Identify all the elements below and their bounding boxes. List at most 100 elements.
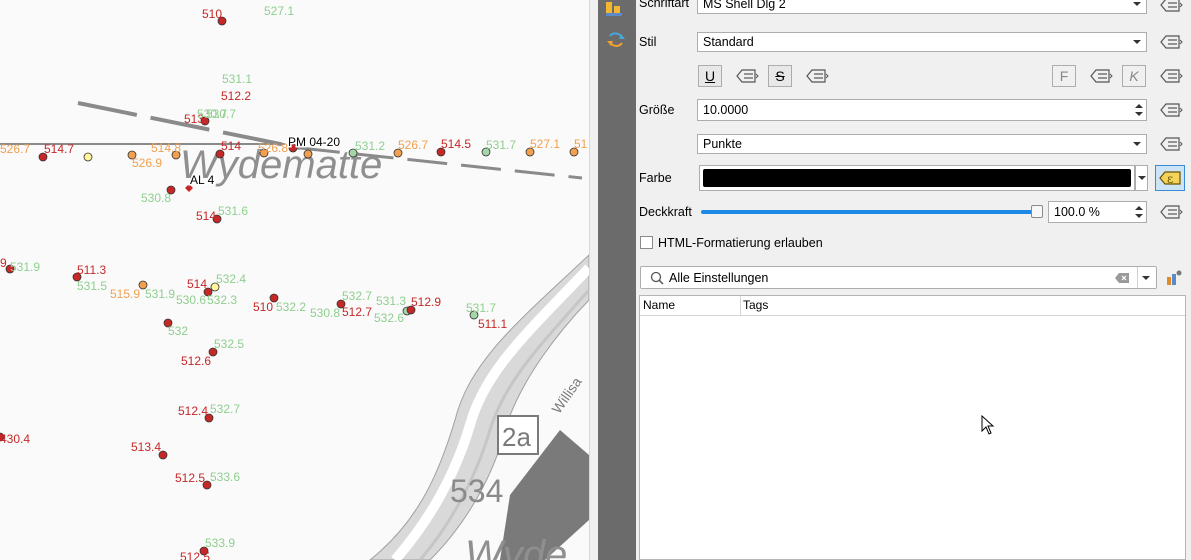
elevation-label: 532.5 (214, 337, 244, 351)
search-icon (650, 271, 664, 285)
data-defined-override-icon[interactable] (1157, 133, 1183, 155)
settings-filter-icon[interactable] (1165, 269, 1183, 287)
elevation-label: 532.6 (374, 311, 404, 325)
elevation-label: 512.7 (342, 305, 372, 319)
html-format-label: HTML-Formatierung erlauben (658, 236, 823, 250)
elevation-label: 511.1 (478, 317, 507, 331)
data-defined-override-icon[interactable] (1157, 65, 1183, 87)
elevation-label: 512.4 (178, 404, 208, 418)
elevation-label: 530.7 (197, 107, 227, 121)
spin-up-icon[interactable] (1135, 206, 1143, 210)
elevation-label: 51 (574, 137, 588, 151)
elevation-label: 526.7 (398, 138, 428, 152)
data-defined-override-icon[interactable] (1087, 65, 1113, 87)
elevation-label: 514 (221, 139, 241, 153)
elevation-label: 531.7 (486, 138, 516, 152)
elevation-label: 532.3 (207, 293, 237, 307)
elevation-label: 531.3 (376, 294, 406, 308)
expression-override-icon[interactable]: ε (1155, 165, 1185, 191)
table-header: Name Tags (640, 296, 1185, 316)
map-svg: WydematteWyde534Willisa2a PM 04-20AL 451… (0, 4, 589, 560)
chevron-down-icon (1133, 142, 1141, 146)
bold-button[interactable]: F (1052, 65, 1076, 87)
elevation-label: 430.4 (0, 432, 30, 446)
underline-button[interactable]: U (698, 65, 722, 87)
mouse-cursor-icon (981, 415, 995, 435)
color-button[interactable] (699, 165, 1135, 191)
chevron-down-icon[interactable] (1142, 276, 1150, 280)
size-spinbox[interactable]: 10.0000 (697, 99, 1147, 121)
elevation-label: 531.7 (466, 301, 496, 315)
opacity-spinbox[interactable]: 100.0 % (1048, 201, 1147, 223)
size-unit-combobox[interactable]: Punkte (697, 134, 1147, 154)
elevation-label: 531.2 (355, 139, 385, 153)
settings-table[interactable]: Name Tags (639, 295, 1186, 560)
html-format-checkbox[interactable] (640, 236, 653, 249)
column-header-name[interactable]: Name (643, 298, 675, 312)
elevation-label: 513.4 (131, 440, 161, 454)
data-defined-override-icon[interactable] (803, 65, 829, 87)
elevation-label: 532.7 (210, 402, 240, 416)
place-name-label: Wyde (465, 533, 567, 560)
elevation-label: 530.8 (141, 191, 171, 205)
chevron-down-icon (1138, 176, 1146, 180)
elevation-label: 532 (168, 324, 188, 338)
survey-point[interactable] (83, 152, 93, 162)
data-defined-override-icon[interactable] (1157, 31, 1183, 53)
elevation-label: 512.5 (180, 550, 210, 560)
contour-label: 534 (450, 473, 503, 509)
font-label: Schriftart (639, 0, 690, 10)
style-label: Stil (639, 35, 657, 49)
elevation-label: 531.9 (10, 260, 40, 274)
column-header-tags[interactable]: Tags (743, 298, 768, 312)
search-placeholder: Alle Einstellungen (669, 271, 769, 285)
clear-icon[interactable] (1115, 273, 1129, 283)
layer-properties-icon[interactable] (602, 0, 630, 24)
color-swatch (703, 169, 1131, 187)
data-defined-override-icon[interactable] (733, 65, 759, 87)
elevation-label: 530.6 (176, 293, 206, 307)
elevation-label: 512.5 (175, 471, 205, 485)
settings-search-input[interactable]: Alle Einstellungen (640, 266, 1157, 289)
italic-button[interactable]: K (1122, 65, 1146, 87)
opacity-label: Deckkraft (639, 205, 692, 219)
elevation-label: 532.4 (216, 272, 246, 286)
strikethrough-button[interactable]: S (768, 65, 792, 87)
elevation-label: 514.7 (44, 142, 74, 156)
refresh-icon[interactable] (602, 28, 630, 52)
opacity-value: 100.0 % (1054, 205, 1100, 219)
elevation-label: 512.6 (181, 354, 211, 368)
style-value: Standard (703, 35, 754, 49)
elevation-label: 527.1 (530, 137, 560, 151)
elevation-label: 533.9 (205, 536, 235, 550)
elevation-label: 514 (187, 277, 207, 291)
spin-down-icon[interactable] (1135, 214, 1143, 218)
font-combobox[interactable]: MS Shell Dlg 2 (697, 0, 1147, 14)
elevation-label: 512.9 (411, 295, 441, 309)
side-toolstrip (598, 0, 636, 560)
opacity-slider-track[interactable] (701, 210, 1038, 214)
chevron-down-icon (1133, 40, 1141, 44)
spin-down-icon[interactable] (1135, 112, 1143, 116)
size-label: Größe (639, 103, 675, 117)
road-label: Willisa (548, 374, 584, 416)
data-defined-override-icon[interactable] (1157, 201, 1183, 223)
road-badge-label: 2a (502, 422, 531, 452)
data-defined-override-icon[interactable] (1157, 0, 1183, 16)
spin-up-icon[interactable] (1135, 104, 1143, 108)
opacity-slider-handle[interactable] (1031, 205, 1043, 218)
chevron-down-icon (1133, 2, 1141, 6)
elevation-label: 510 (202, 7, 222, 21)
elevation-label: 531.1 (222, 72, 252, 86)
color-label: Farbe (639, 171, 672, 185)
map-canvas[interactable]: Wydematte Wyde 534 Willisa 2a PM 04-20 AL 4 51… (0, 0, 589, 560)
elevation-label: 531.5 (77, 279, 107, 293)
svg-text:ε: ε (1167, 172, 1173, 186)
font-value: MS Shell Dlg 2 (703, 0, 786, 11)
elevation-label: 526.8 (258, 141, 288, 155)
survey-point[interactable] (303, 149, 313, 159)
color-menu-button[interactable] (1135, 165, 1148, 191)
style-combobox[interactable]: Standard (697, 32, 1147, 52)
marker-label: PM 04-20 (288, 135, 340, 149)
data-defined-override-icon[interactable] (1157, 99, 1183, 121)
